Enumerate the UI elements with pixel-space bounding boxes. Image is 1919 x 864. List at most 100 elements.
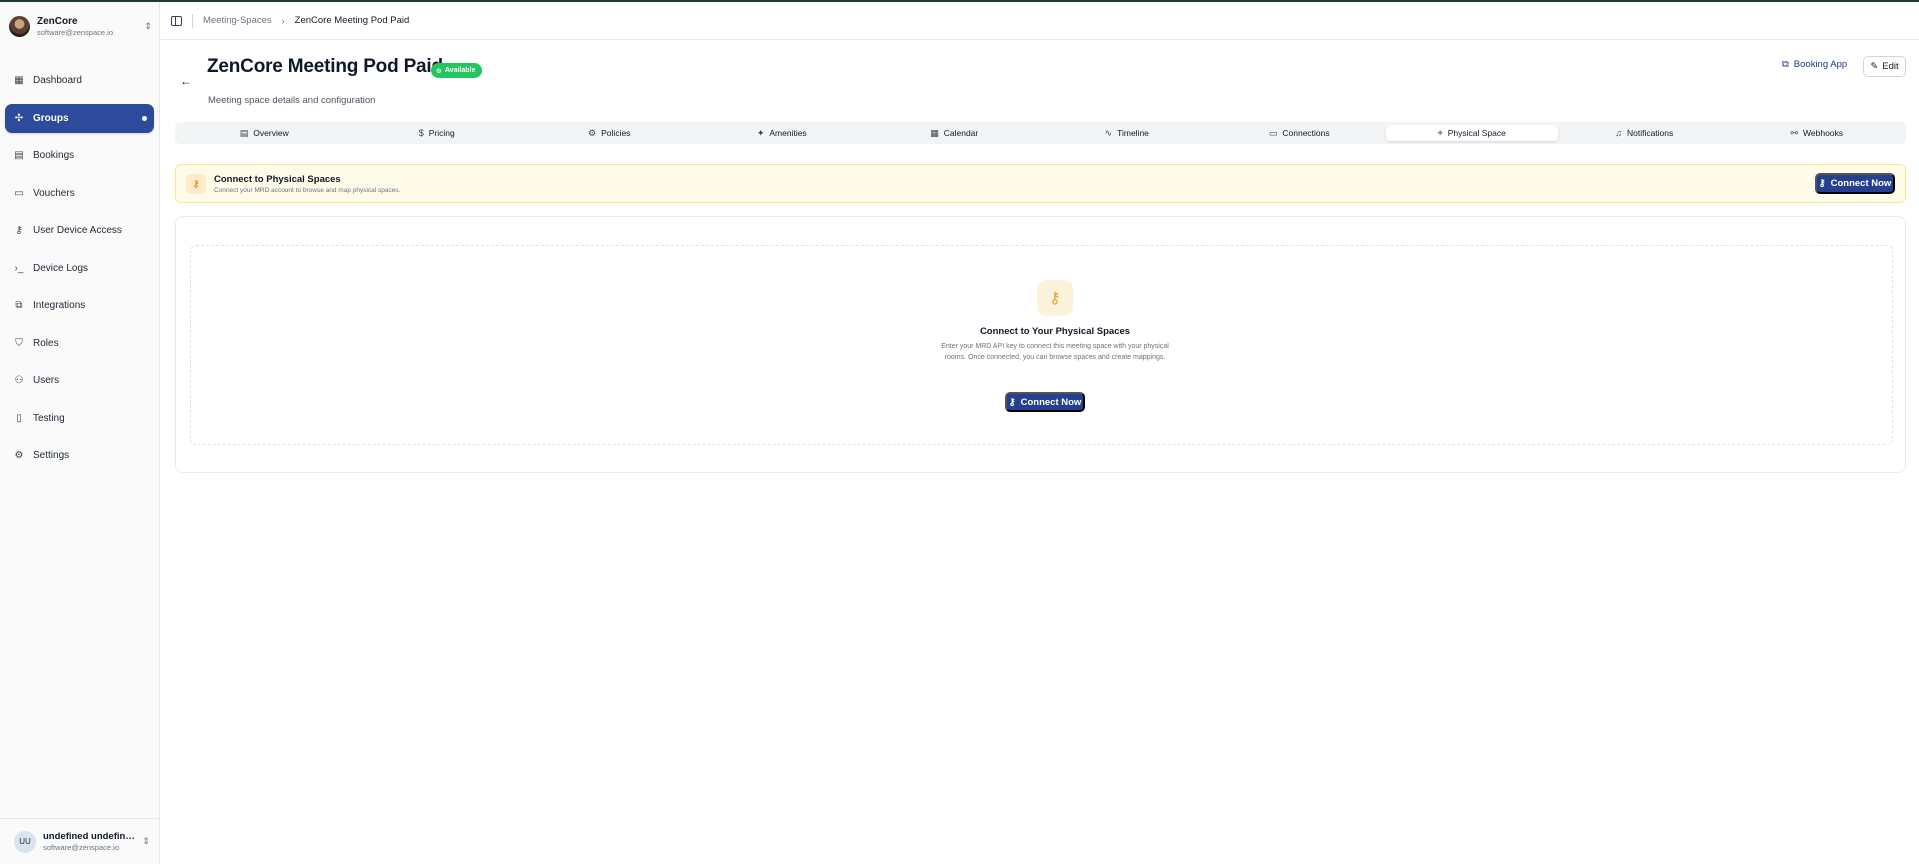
chevron-up-down-icon[interactable]: ⇕ [141, 836, 151, 847]
chevron-up-down-icon[interactable]: ⇕ [143, 21, 153, 32]
edit-label: Edit [1882, 61, 1899, 72]
tab-physical-space[interactable]: ⌖ Physical Space [1385, 125, 1558, 141]
sidebar-item-dashboard[interactable]: ▦ Dashboard [5, 66, 154, 95]
users-icon: ⚇ [14, 375, 24, 386]
tab-connections[interactable]: ▭ Connections [1213, 125, 1386, 141]
sidebar-item-label: Roles [33, 337, 59, 349]
calendar-icon: ▤ [14, 150, 24, 161]
tab-policies[interactable]: ⚙ Policies [523, 125, 696, 141]
tab-label: Amenities [769, 128, 807, 138]
tab-label: Pricing [428, 128, 455, 138]
sidebar-item-label: Testing [33, 412, 65, 424]
document-icon: ▤ [239, 127, 249, 138]
sidebar-item-vouchers[interactable]: ▭ Vouchers [5, 179, 154, 208]
ticket-icon: ▭ [14, 187, 24, 199]
groups-icon: ✣ [14, 112, 24, 124]
top-header: Meeting-Spaces › ZenCore Meeting Pod Pai… [161, 2, 1919, 40]
tab-webhooks[interactable]: ⚯ Webhooks [1731, 125, 1904, 141]
sidebar-item-label: Bookings [33, 150, 75, 161]
tab-pricing[interactable]: $ Pricing [351, 125, 524, 141]
tab-overview[interactable]: ▤ Overview [178, 125, 351, 141]
sidebar-item-label: Settings [33, 450, 70, 461]
user-menu[interactable]: UU undefined undefined software@zenspace… [0, 818, 160, 864]
sidebar: ZenCore software@zenspace.io ⇕ ▦ Dashboar… [0, 2, 160, 864]
sidebar-item-label: User Device Access [33, 225, 122, 236]
sidebar-item-label: Integrations [33, 300, 86, 311]
sidebar-toggle-icon[interactable] [171, 15, 182, 26]
test-tube-icon: ▯ [16, 412, 22, 424]
sidebar-item-user-device-access[interactable]: ⚷ User Device Access [5, 216, 154, 245]
connect-banner: ⚷ Connect to Physical Spaces Connect you… [175, 164, 1906, 203]
connect-now-button[interactable]: ⚷ Connect Now [1005, 392, 1085, 412]
button-label: Connect Now [1020, 396, 1082, 408]
divider [192, 13, 193, 28]
tab-label: Physical Space [1447, 128, 1506, 138]
org-avatar [9, 15, 30, 37]
tab-label: Calendar [943, 128, 979, 138]
avatar: UU [14, 830, 36, 853]
sidebar-item-label: Users [33, 375, 60, 386]
chevron-right-icon: › [281, 15, 285, 26]
key-icon: ⚷ [1818, 178, 1826, 189]
tab-calendar[interactable]: ▦ Calendar [868, 125, 1041, 141]
page-subtitle: Meeting space details and configuration [208, 95, 376, 106]
org-email: software@zenspace.io [37, 27, 113, 37]
calendar-icon: ▦ [930, 127, 939, 138]
banner-connect-now-button[interactable]: ⚷ Connect Now [1815, 173, 1895, 194]
empty-state-description: Enter your MRD API key to connect this m… [941, 343, 1169, 361]
banner-description: Connect your MRD account to browse and m… [214, 187, 401, 194]
physical-space-card: ⚷ Connect to Your Physical Spaces Enter … [175, 216, 1906, 473]
check-circle-icon: ⊙ [436, 67, 442, 75]
tab-timeline[interactable]: ∿ Timeline [1041, 125, 1214, 141]
tab-label: Timeline [1117, 128, 1149, 138]
monitor-icon: ▭ [1268, 127, 1278, 138]
gear-icon: ⚙ [14, 450, 24, 461]
org-name: ZenCore [37, 15, 78, 27]
sidebar-item-users[interactable]: ⚇ Users [5, 366, 154, 395]
tab-label: Connections [1282, 128, 1330, 138]
sparkles-icon: ✦ [756, 127, 765, 138]
page-title: ZenCore Meeting Pod Paid [207, 56, 443, 77]
sidebar-item-label: Dashboard [33, 75, 82, 86]
shield-icon: ⛉ [15, 337, 23, 349]
sidebar-item-label: Groups [33, 112, 69, 124]
tab-notifications[interactable]: ♫ Notifications [1558, 125, 1731, 141]
tab-bar: ▤ Overview $ Pricing ⚙ Policies ✦ Amenities ▦ Cal… [175, 122, 1906, 144]
empty-state: ⚷ Connect to Your Physical Spaces Enter … [190, 245, 1893, 445]
sidebar-item-roles[interactable]: ⛉ Roles [5, 329, 154, 358]
status-badge-label: Available [444, 67, 476, 74]
sidebar-item-settings[interactable]: ⚙ Settings [5, 441, 154, 470]
breadcrumb-current: ZenCore Meeting Pod Paid [294, 15, 410, 26]
booking-app-link[interactable]: ⧉ Booking App [1782, 59, 1847, 70]
key-icon: ⚷ [1008, 396, 1016, 408]
breadcrumb-link-meeting-spaces[interactable]: Meeting-Spaces [203, 15, 272, 26]
status-badge: ⊙ Available [431, 63, 483, 78]
dollar-icon: $ [418, 128, 424, 138]
activity-icon: ∿ [1104, 127, 1113, 138]
sidebar-nav: ▦ Dashboard ✣ Groups ▤ Bookings ▭ Vouchers ⚷ User… [5, 66, 154, 479]
tab-label: Overview [253, 128, 289, 138]
edit-button[interactable]: ✎ Edit [1863, 56, 1906, 77]
integrations-icon: ⧉ [15, 300, 23, 311]
tab-label: Notifications [1626, 128, 1674, 138]
sidebar-item-device-logs[interactable]: ›_ Device Logs [5, 254, 154, 283]
dashboard-icon: ▦ [14, 75, 24, 86]
sidebar-item-groups[interactable]: ✣ Groups [5, 103, 154, 133]
banner-title: Connect to Physical Spaces [214, 174, 341, 185]
sidebar-item-bookings[interactable]: ▤ Bookings [5, 141, 154, 170]
sidebar-item-testing[interactable]: ▯ Testing [5, 404, 154, 433]
tab-label: Policies [601, 128, 631, 138]
bell-icon: ♫ [1615, 128, 1622, 138]
sidebar-item-label: Device Logs [33, 262, 89, 274]
button-label: Connect Now [1830, 178, 1892, 189]
tab-label: Webhooks [1803, 128, 1844, 138]
policy-gear-icon: ⚙ [588, 127, 597, 138]
org-switcher[interactable]: ZenCore software@zenspace.io ⇕ [9, 12, 153, 40]
back-arrow-icon[interactable]: ← [180, 74, 192, 88]
tab-amenities[interactable]: ✦ Amenities [696, 125, 869, 141]
sidebar-item-integrations[interactable]: ⧉ Integrations [5, 291, 154, 320]
active-indicator-dot [142, 115, 147, 121]
map-pin-icon: ⌖ [1437, 127, 1443, 138]
webhook-icon: ⚯ [1790, 127, 1799, 138]
key-icon: ⚷ [1037, 280, 1073, 316]
